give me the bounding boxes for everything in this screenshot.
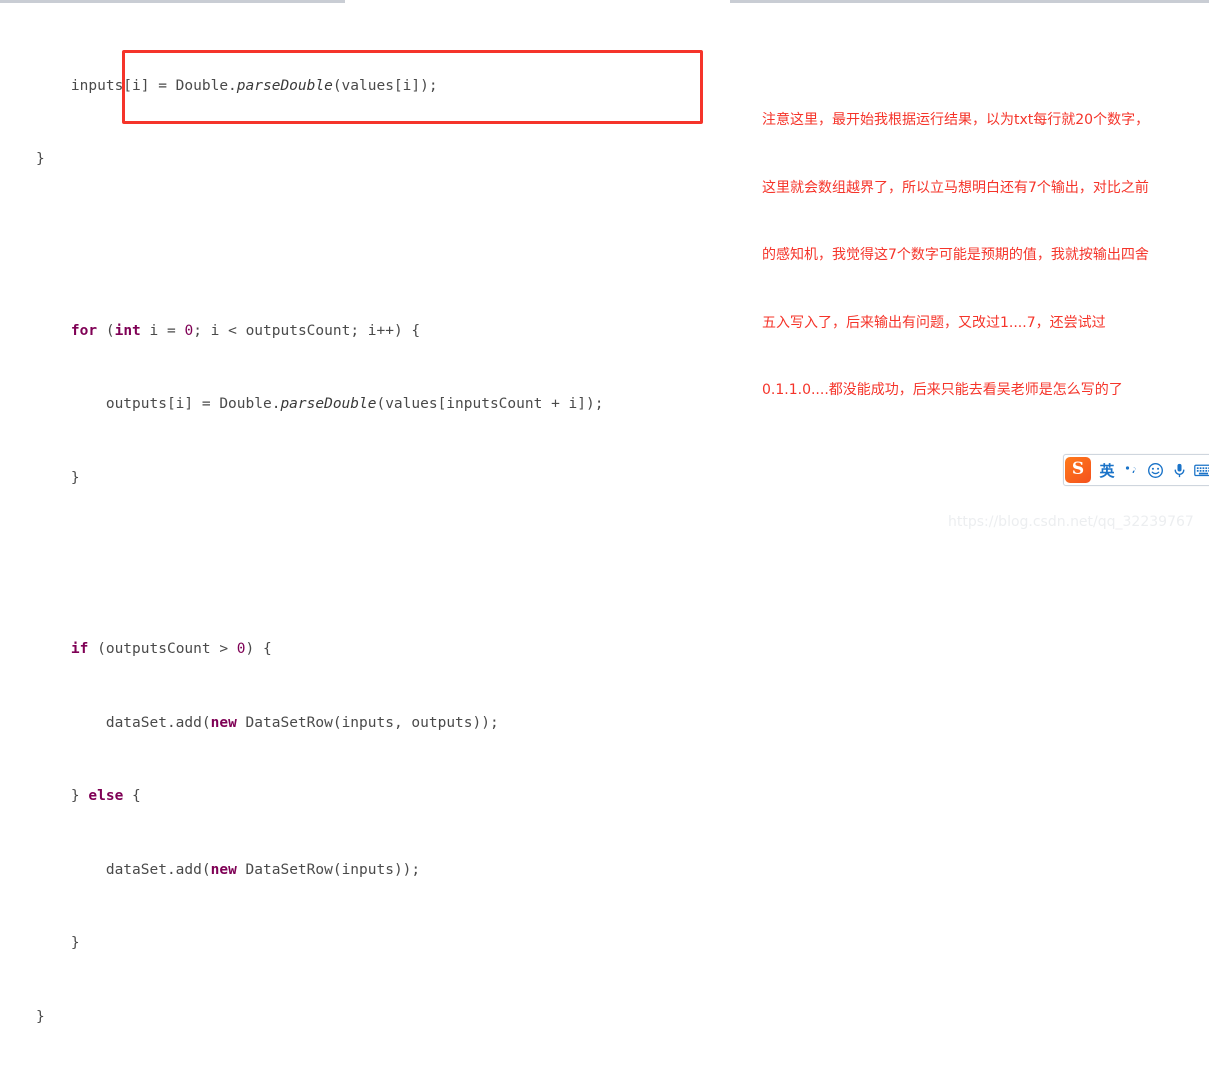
annotation-line: 五入写入了，后来输出有问题，又改过1....7，还尝试过 <box>762 314 1106 331</box>
code-line: for (int i = 0; i < outputsCount; i++) { <box>70 322 421 339</box>
sogou-logo-icon[interactable]: S <box>1065 457 1091 483</box>
code-line: } <box>36 469 80 486</box>
code-line: } else { <box>36 788 141 804</box>
code-line: } <box>36 1008 45 1025</box>
code-line: outputs[i] = Double.parseDouble(values[i… <box>36 396 604 412</box>
annotation-line: 的感知机，我觉得这7个数字可能是预期的值，我就按输出四舍 <box>762 247 1149 263</box>
code-line: } <box>36 151 45 167</box>
sogou-logo-letter: S <box>1071 459 1085 480</box>
soft-keyboard-icon[interactable] <box>1191 457 1209 483</box>
punctuation-mode-icon[interactable] <box>1119 457 1143 483</box>
code-line: inputs[i] = Double.parseDouble(values[i]… <box>36 77 438 94</box>
csdn-watermark: https://blog.csdn.net/qq_32239767 <box>948 514 1194 530</box>
code-editor-content: inputs[i] = Double.parseDouble(values[i]… <box>0 0 740 1088</box>
voice-input-icon[interactable] <box>1167 457 1191 483</box>
code-line: if (outputsCount > 0) { <box>70 641 272 657</box>
code-line: dataSet.add(new DataSetRow(inputs, outpu… <box>36 714 499 731</box>
emoji-icon[interactable] <box>1143 457 1167 483</box>
sogou-ime-toolbar[interactable]: S 英 <box>1063 454 1209 486</box>
annotation-line: 这里就会数组越界了，所以立马想明白还有7个输出，对比之前 <box>762 179 1149 196</box>
code-line: dataSet.add(new DataSetRow(inputs)); <box>36 861 421 878</box>
annotation-line: 0.1.1.0....都没能成功，后来只能去看吴老师是怎么写的了 <box>762 382 1123 398</box>
annotation-note: 注意这里，最开始我根据运行结果，以为txt每行就20个数字， 这里就会数组越界了… <box>762 64 1208 424</box>
annotation-line: 注意这里，最开始我根据运行结果，以为txt每行就20个数字， <box>762 112 1150 128</box>
code-line: } <box>36 935 80 951</box>
top-ruler-right <box>730 0 1209 3</box>
input-mode-english-icon[interactable]: 英 <box>1095 457 1119 483</box>
